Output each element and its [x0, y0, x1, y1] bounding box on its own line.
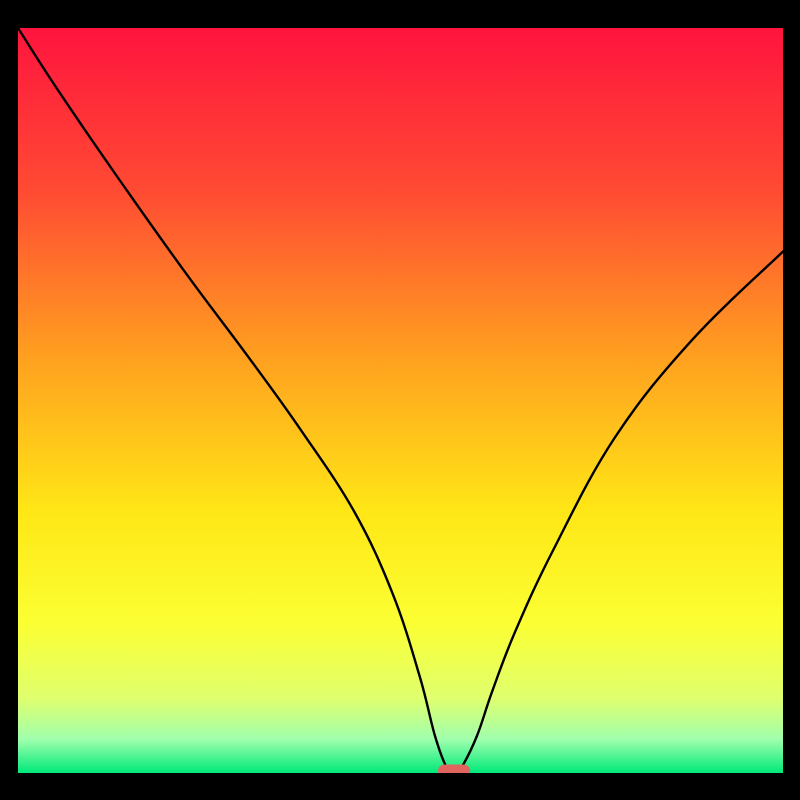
gradient-background	[18, 28, 783, 773]
bottleneck-chart	[0, 0, 800, 800]
chart-frame: TheBottleneck.com	[0, 0, 800, 800]
